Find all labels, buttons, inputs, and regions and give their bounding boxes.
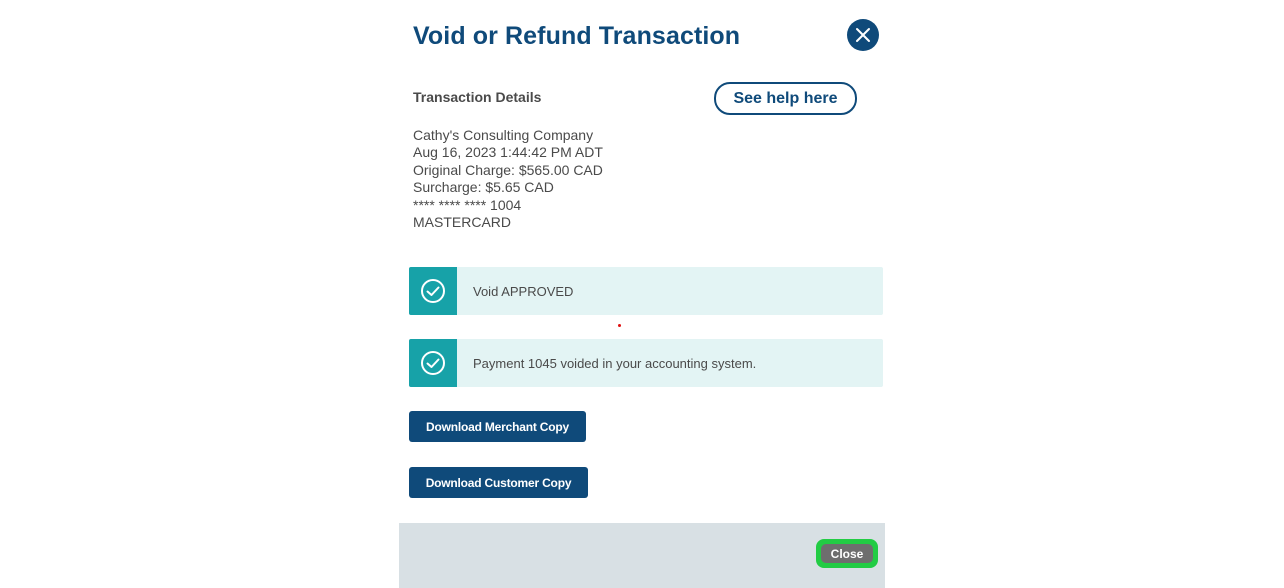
transaction-details: Cathy's Consulting Company Aug 16, 2023 … xyxy=(413,127,603,231)
close-modal-button[interactable] xyxy=(847,19,879,51)
check-circle-icon xyxy=(421,279,445,303)
download-customer-copy-button[interactable]: Download Customer Copy xyxy=(409,467,588,498)
original-charge: Original Charge: $565.00 CAD xyxy=(413,161,603,178)
surcharge: Surcharge: $5.65 CAD xyxy=(413,179,554,196)
modal-title: Void or Refund Transaction xyxy=(413,22,741,50)
transaction-details-label: Transaction Details xyxy=(413,89,542,105)
transaction-datetime: Aug 16, 2023 1:44:42 PM ADT xyxy=(413,144,603,161)
footer-close-button[interactable]: Close xyxy=(816,539,878,568)
close-x-icon xyxy=(856,28,870,42)
alert-text: Payment 1045 voided in your accounting s… xyxy=(473,355,757,371)
close-button-label: Close xyxy=(821,544,873,563)
check-circle-icon xyxy=(421,351,445,375)
payment-voided-alert: Payment 1045 voided in your accounting s… xyxy=(409,339,883,387)
void-approved-alert: Void APPROVED xyxy=(409,267,883,315)
download-merchant-copy-button[interactable]: Download Merchant Copy xyxy=(409,411,586,442)
cursor-dot xyxy=(618,324,621,327)
see-help-button[interactable]: See help here xyxy=(714,82,857,115)
merchant-name: Cathy's Consulting Company xyxy=(413,127,594,143)
card-number: **** **** **** 1004 xyxy=(413,196,522,213)
void-refund-modal: Void or Refund Transaction Transaction D… xyxy=(399,0,885,588)
alert-text: Void APPROVED xyxy=(473,283,574,299)
card-brand: MASTERCARD xyxy=(413,214,512,231)
modal-footer: Close xyxy=(399,523,885,588)
